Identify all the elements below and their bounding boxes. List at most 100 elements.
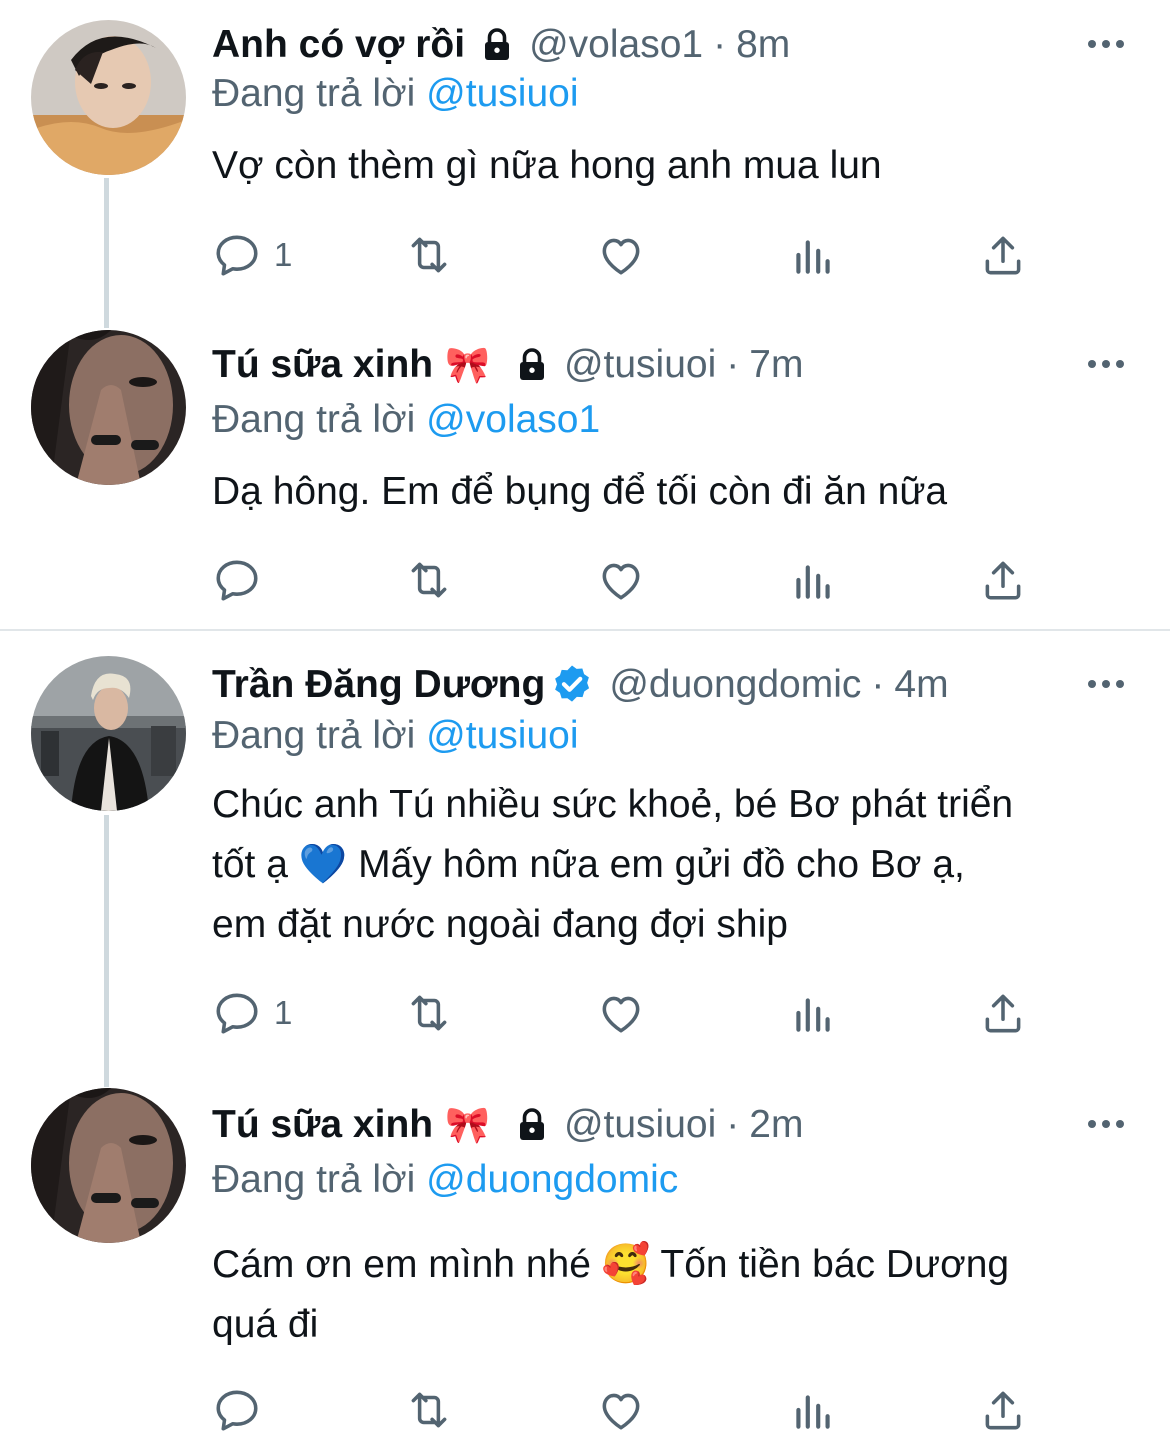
views-icon bbox=[796, 1395, 830, 1429]
avatar[interactable] bbox=[31, 1088, 186, 1243]
share-icon bbox=[985, 236, 1021, 275]
thread-line-2 bbox=[104, 815, 109, 1087]
tweet-text: Cám ơn em mình nhé 🥰 Tốn tiền bác Dương … bbox=[212, 1235, 1132, 1355]
like-button[interactable] bbox=[596, 988, 646, 1038]
tweet-text-line: quá đi bbox=[212, 1303, 319, 1346]
separator: · bbox=[726, 1103, 740, 1146]
reply-button[interactable]: 1 bbox=[212, 230, 292, 280]
retweet-button[interactable] bbox=[404, 555, 454, 605]
tweet-text: Vợ còn thèm gì nữa hong anh mua lun bbox=[212, 136, 1132, 196]
like-button[interactable] bbox=[596, 1385, 646, 1435]
reply-button[interactable] bbox=[212, 555, 262, 605]
tweet-time[interactable]: 8m bbox=[736, 23, 790, 67]
views-icon bbox=[796, 565, 830, 599]
author-handle[interactable]: @volaso1 bbox=[529, 23, 703, 67]
author-handle[interactable]: @tusiuoi bbox=[564, 1103, 716, 1147]
views-button[interactable] bbox=[788, 230, 838, 280]
like-icon bbox=[602, 563, 640, 600]
replying-to-label: Đang trả lời bbox=[212, 714, 416, 757]
like-button[interactable] bbox=[596, 555, 646, 605]
tweet-actions bbox=[212, 555, 1072, 605]
reply-count: 1 bbox=[274, 994, 293, 1031]
tweet-time[interactable]: 4m bbox=[894, 663, 948, 707]
lock-icon bbox=[514, 347, 550, 383]
conversation-divider bbox=[0, 629, 1170, 631]
lock-icon bbox=[514, 1107, 550, 1143]
tweet-text: Chúc anh Tú nhiều sức khoẻ, bé Bơ phát t… bbox=[212, 775, 1132, 955]
like-button[interactable] bbox=[596, 230, 646, 280]
views-icon bbox=[796, 998, 830, 1032]
avatar[interactable] bbox=[31, 656, 186, 811]
more-options-icon[interactable] bbox=[1086, 354, 1126, 374]
replying-to-mention[interactable]: @duongdomic bbox=[426, 1158, 678, 1201]
tweet-time[interactable]: 7m bbox=[749, 343, 803, 387]
tweet-text-line: Vợ còn thèm gì nữa hong anh mua lun bbox=[212, 144, 882, 187]
avatar[interactable] bbox=[31, 330, 186, 485]
share-icon bbox=[985, 1391, 1021, 1430]
replying-to: Đang trả lời @volaso1 bbox=[212, 398, 600, 442]
more-options-icon[interactable] bbox=[1086, 34, 1126, 54]
tweet-time[interactable]: 2m bbox=[749, 1103, 803, 1147]
reply-icon bbox=[216, 560, 258, 601]
replying-to-label: Đang trả lời bbox=[212, 1158, 416, 1201]
tweet-text-line: tốt ạ 💙 Mấy hôm nữa em gửi đồ cho Bơ ạ, bbox=[212, 843, 965, 886]
replying-to-label: Đang trả lời bbox=[212, 72, 416, 115]
share-icon bbox=[985, 561, 1021, 600]
retweet-button[interactable] bbox=[404, 230, 454, 280]
tweet-actions bbox=[212, 1385, 1072, 1435]
lock-icon bbox=[479, 27, 515, 63]
avatar[interactable] bbox=[31, 20, 186, 175]
replying-to-mention[interactable]: @volaso1 bbox=[426, 398, 600, 441]
author-name[interactable]: Anh có vợ rồi bbox=[212, 23, 465, 67]
tweet-text-line: Chúc anh Tú nhiều sức khoẻ, bé Bơ phát t… bbox=[212, 783, 1014, 826]
retweet-icon bbox=[411, 1392, 447, 1428]
author-handle[interactable]: @tusiuoi bbox=[564, 343, 716, 387]
ribbon-emoji: 🎀 bbox=[445, 1105, 490, 1146]
retweet-icon bbox=[411, 562, 447, 598]
replying-to: Đang trả lời @tusiuoi bbox=[212, 72, 579, 116]
reply-icon bbox=[216, 235, 258, 276]
tweet-text: Dạ hông. Em để bụng để tối còn đi ăn nữa bbox=[212, 462, 1132, 522]
like-icon bbox=[602, 238, 640, 275]
share-button[interactable] bbox=[978, 988, 1028, 1038]
share-button[interactable] bbox=[978, 1385, 1028, 1435]
author-handle[interactable]: @duongdomic bbox=[609, 663, 861, 707]
views-button[interactable] bbox=[788, 988, 838, 1038]
retweet-button[interactable] bbox=[404, 1385, 454, 1435]
author-name[interactable]: Tú sữa xinh bbox=[212, 343, 433, 387]
thread-line-1 bbox=[104, 178, 109, 328]
separator: · bbox=[871, 663, 885, 706]
retweet-icon bbox=[411, 995, 447, 1031]
more-options-icon[interactable] bbox=[1086, 1114, 1126, 1134]
replying-to-label: Đang trả lời bbox=[212, 398, 416, 441]
tweet-text-line: em đặt nước ngoài đang đợi ship bbox=[212, 903, 788, 946]
reply-count: 1 bbox=[274, 236, 293, 273]
separator: · bbox=[726, 343, 740, 386]
views-button[interactable] bbox=[788, 555, 838, 605]
tweet-actions: 1 bbox=[212, 988, 1072, 1038]
views-button[interactable] bbox=[788, 1385, 838, 1435]
replying-to: Đang trả lời @tusiuoi bbox=[212, 714, 579, 758]
author-name[interactable]: Tú sữa xinh bbox=[212, 1103, 433, 1147]
views-icon bbox=[796, 240, 830, 274]
reply-button[interactable]: 1 bbox=[212, 988, 292, 1038]
separator: · bbox=[713, 23, 727, 66]
retweet-button[interactable] bbox=[404, 988, 454, 1038]
share-button[interactable] bbox=[978, 555, 1028, 605]
verified-badge-icon bbox=[549, 662, 595, 708]
tweet-text-line: Cám ơn em mình nhé 🥰 Tốn tiền bác Dương bbox=[212, 1243, 1010, 1286]
replying-to-mention[interactable]: @tusiuoi bbox=[426, 714, 578, 757]
share-button[interactable] bbox=[978, 230, 1028, 280]
retweet-icon bbox=[411, 237, 447, 273]
tweet-text-line: Dạ hông. Em để bụng để tối còn đi ăn nữa bbox=[212, 470, 948, 513]
ribbon-emoji: 🎀 bbox=[445, 345, 490, 386]
reply-icon bbox=[216, 1390, 258, 1431]
author-name[interactable]: Trần Đăng Dương bbox=[212, 663, 545, 707]
share-icon bbox=[985, 994, 1021, 1033]
like-icon bbox=[602, 996, 640, 1033]
reply-icon bbox=[216, 993, 258, 1034]
reply-button[interactable] bbox=[212, 1385, 262, 1435]
replying-to-mention[interactable]: @tusiuoi bbox=[426, 72, 578, 115]
more-options-icon[interactable] bbox=[1086, 674, 1126, 694]
tweet-actions: 1 bbox=[212, 230, 1072, 280]
